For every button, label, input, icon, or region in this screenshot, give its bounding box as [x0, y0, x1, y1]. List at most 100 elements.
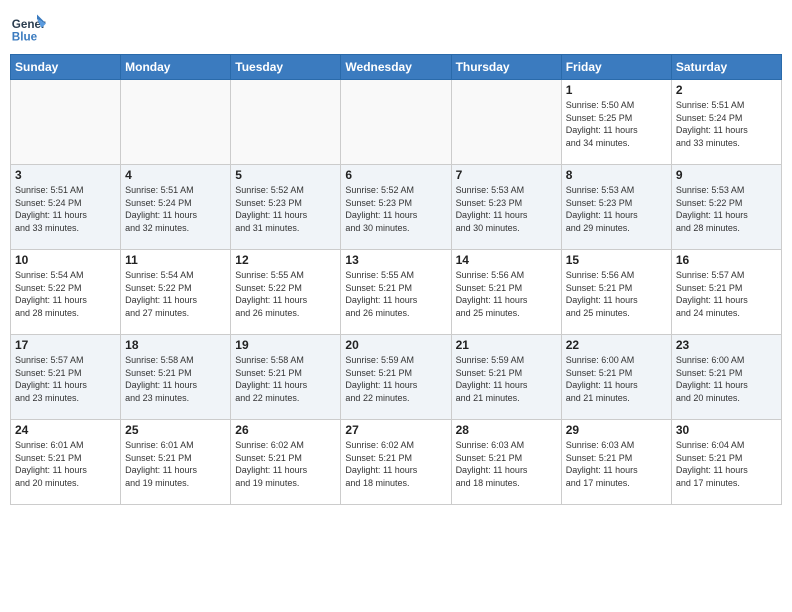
day-number: 27: [345, 423, 446, 437]
day-number: 11: [125, 253, 226, 267]
day-number: 7: [456, 168, 557, 182]
week-row-5: 24 Sunrise: 6:01 AM Sunset: 5:21 PM Dayli…: [11, 420, 782, 505]
calendar-cell: 9 Sunrise: 5:53 AM Sunset: 5:22 PM Daylig…: [671, 165, 781, 250]
day-info: Sunrise: 6:02 AM Sunset: 5:21 PM Dayligh…: [345, 439, 446, 489]
day-info: Sunrise: 6:00 AM Sunset: 5:21 PM Dayligh…: [566, 354, 667, 404]
calendar-cell: 28Sunrise: 6:03 AM Sunset: 5:21 PM Dayli…: [451, 420, 561, 505]
weekday-header-monday: Monday: [121, 55, 231, 80]
calendar-cell: [121, 80, 231, 165]
day-info: Sunrise: 5:58 AM Sunset: 5:21 PM Dayligh…: [235, 354, 336, 404]
calendar-cell: 11 Sunrise: 5:54 AM Sunset: 5:22 PM Dayli…: [121, 250, 231, 335]
day-number: 20: [345, 338, 446, 352]
calendar-cell: 24 Sunrise: 6:01 AM Sunset: 5:21 PM Dayli…: [11, 420, 121, 505]
calendar-cell: 10 Sunrise: 5:54 AM Sunset: 5:22 PM Dayli…: [11, 250, 121, 335]
weekday-header-thursday: Thursday: [451, 55, 561, 80]
day-info: Sunrise: 5:54 AM Sunset: 5:22 PM Dayligh…: [125, 269, 226, 319]
calendar-cell: 7 Sunrise: 5:53 AM Sunset: 5:23 PM Daylig…: [451, 165, 561, 250]
day-number: 3: [15, 168, 116, 182]
week-row-3: 10 Sunrise: 5:54 AM Sunset: 5:22 PM Dayli…: [11, 250, 782, 335]
day-number: 28: [456, 423, 557, 437]
day-number: 10: [15, 253, 116, 267]
day-number: 19: [235, 338, 336, 352]
weekday-header-row: SundayMondayTuesdayWednesdayThursdayFrid…: [11, 55, 782, 80]
calendar-cell: 26 Sunrise: 6:02 AM Sunset: 5:21 PM Dayli…: [231, 420, 341, 505]
day-number: 23: [676, 338, 777, 352]
weekday-header-saturday: Saturday: [671, 55, 781, 80]
day-number: 12: [235, 253, 336, 267]
calendar-cell: 15 Sunrise: 5:56 AM Sunset: 5:21 PM Dayli…: [561, 250, 671, 335]
calendar-cell: 12 Sunrise: 5:55 AM Sunset: 5:22 PM Dayli…: [231, 250, 341, 335]
calendar-cell: 23 Sunrise: 6:00 AM Sunset: 5:21 PM Dayli…: [671, 335, 781, 420]
day-info: Sunrise: 5:51 AM Sunset: 5:24 PM Dayligh…: [15, 184, 116, 234]
day-info: Sunrise: 6:00 AM Sunset: 5:21 PM Dayligh…: [676, 354, 777, 404]
day-info: Sunrise: 5:55 AM Sunset: 5:21 PM Dayligh…: [345, 269, 446, 319]
day-info: Sunrise: 6:02 AM Sunset: 5:21 PM Dayligh…: [235, 439, 336, 489]
day-info: Sunrise: 5:53 AM Sunset: 5:22 PM Dayligh…: [676, 184, 777, 234]
day-info: Sunrise: 5:53 AM Sunset: 5:23 PM Dayligh…: [456, 184, 557, 234]
calendar-cell: 6Sunrise: 5:52 AM Sunset: 5:23 PM Daylig…: [341, 165, 451, 250]
calendar-cell: 1Sunrise: 5:50 AM Sunset: 5:25 PM Daylig…: [561, 80, 671, 165]
calendar-cell: 17 Sunrise: 5:57 AM Sunset: 5:21 PM Dayli…: [11, 335, 121, 420]
calendar-cell: 18 Sunrise: 5:58 AM Sunset: 5:21 PM Dayli…: [121, 335, 231, 420]
calendar-table: SundayMondayTuesdayWednesdayThursdayFrid…: [10, 54, 782, 505]
day-number: 17: [15, 338, 116, 352]
day-number: 24: [15, 423, 116, 437]
calendar-cell: 20 Sunrise: 5:59 AM Sunset: 5:21 PM Dayli…: [341, 335, 451, 420]
day-number: 8: [566, 168, 667, 182]
week-row-4: 17 Sunrise: 5:57 AM Sunset: 5:21 PM Dayli…: [11, 335, 782, 420]
day-info: Sunrise: 5:55 AM Sunset: 5:22 PM Dayligh…: [235, 269, 336, 319]
day-number: 21: [456, 338, 557, 352]
calendar-cell: 19 Sunrise: 5:58 AM Sunset: 5:21 PM Dayli…: [231, 335, 341, 420]
day-info: Sunrise: 5:52 AM Sunset: 5:23 PM Dayligh…: [235, 184, 336, 234]
logo-icon: General Blue: [10, 10, 46, 46]
day-number: 22: [566, 338, 667, 352]
calendar-cell: 5Sunrise: 5:52 AM Sunset: 5:23 PM Daylig…: [231, 165, 341, 250]
day-number: 18: [125, 338, 226, 352]
day-number: 16: [676, 253, 777, 267]
day-info: Sunrise: 5:53 AM Sunset: 5:23 PM Dayligh…: [566, 184, 667, 234]
day-info: Sunrise: 5:56 AM Sunset: 5:21 PM Dayligh…: [456, 269, 557, 319]
day-number: 9: [676, 168, 777, 182]
calendar-cell: 4Sunrise: 5:51 AM Sunset: 5:24 PM Daylig…: [121, 165, 231, 250]
day-info: Sunrise: 5:58 AM Sunset: 5:21 PM Dayligh…: [125, 354, 226, 404]
day-info: Sunrise: 5:57 AM Sunset: 5:21 PM Dayligh…: [15, 354, 116, 404]
logo: General Blue: [10, 10, 46, 46]
day-info: Sunrise: 5:54 AM Sunset: 5:22 PM Dayligh…: [15, 269, 116, 319]
day-info: Sunrise: 6:01 AM Sunset: 5:21 PM Dayligh…: [125, 439, 226, 489]
svg-text:Blue: Blue: [12, 31, 38, 44]
calendar-cell: [11, 80, 121, 165]
day-number: 26: [235, 423, 336, 437]
day-info: Sunrise: 5:59 AM Sunset: 5:21 PM Dayligh…: [345, 354, 446, 404]
day-info: Sunrise: 6:04 AM Sunset: 5:21 PM Dayligh…: [676, 439, 777, 489]
calendar-cell: [341, 80, 451, 165]
day-number: 6: [345, 168, 446, 182]
day-info: Sunrise: 6:01 AM Sunset: 5:21 PM Dayligh…: [15, 439, 116, 489]
day-number: 13: [345, 253, 446, 267]
day-number: 30: [676, 423, 777, 437]
calendar-cell: 16 Sunrise: 5:57 AM Sunset: 5:21 PM Dayli…: [671, 250, 781, 335]
calendar-cell: 21 Sunrise: 5:59 AM Sunset: 5:21 PM Dayli…: [451, 335, 561, 420]
calendar-cell: 27 Sunrise: 6:02 AM Sunset: 5:21 PM Dayli…: [341, 420, 451, 505]
calendar-cell: [451, 80, 561, 165]
day-number: 1: [566, 83, 667, 97]
day-info: Sunrise: 5:59 AM Sunset: 5:21 PM Dayligh…: [456, 354, 557, 404]
day-number: 2: [676, 83, 777, 97]
week-row-2: 3 Sunrise: 5:51 AM Sunset: 5:24 PM Daylig…: [11, 165, 782, 250]
day-info: Sunrise: 5:57 AM Sunset: 5:21 PM Dayligh…: [676, 269, 777, 319]
weekday-header-friday: Friday: [561, 55, 671, 80]
day-info: Sunrise: 6:03 AM Sunset: 5:21 PM Dayligh…: [566, 439, 667, 489]
calendar-cell: 14 Sunrise: 5:56 AM Sunset: 5:21 PM Dayli…: [451, 250, 561, 335]
calendar-cell: 2Sunrise: 5:51 AM Sunset: 5:24 PM Daylig…: [671, 80, 781, 165]
calendar-cell: 22 Sunrise: 6:00 AM Sunset: 5:21 PM Dayli…: [561, 335, 671, 420]
day-number: 15: [566, 253, 667, 267]
calendar-cell: 13 Sunrise: 5:55 AM Sunset: 5:21 PM Dayli…: [341, 250, 451, 335]
calendar-cell: [231, 80, 341, 165]
page-header: General Blue: [10, 10, 782, 46]
day-number: 14: [456, 253, 557, 267]
calendar-cell: 8 Sunrise: 5:53 AM Sunset: 5:23 PM Daylig…: [561, 165, 671, 250]
calendar-cell: 3 Sunrise: 5:51 AM Sunset: 5:24 PM Daylig…: [11, 165, 121, 250]
day-info: Sunrise: 5:56 AM Sunset: 5:21 PM Dayligh…: [566, 269, 667, 319]
day-number: 29: [566, 423, 667, 437]
weekday-header-sunday: Sunday: [11, 55, 121, 80]
day-info: Sunrise: 5:51 AM Sunset: 5:24 PM Dayligh…: [125, 184, 226, 234]
